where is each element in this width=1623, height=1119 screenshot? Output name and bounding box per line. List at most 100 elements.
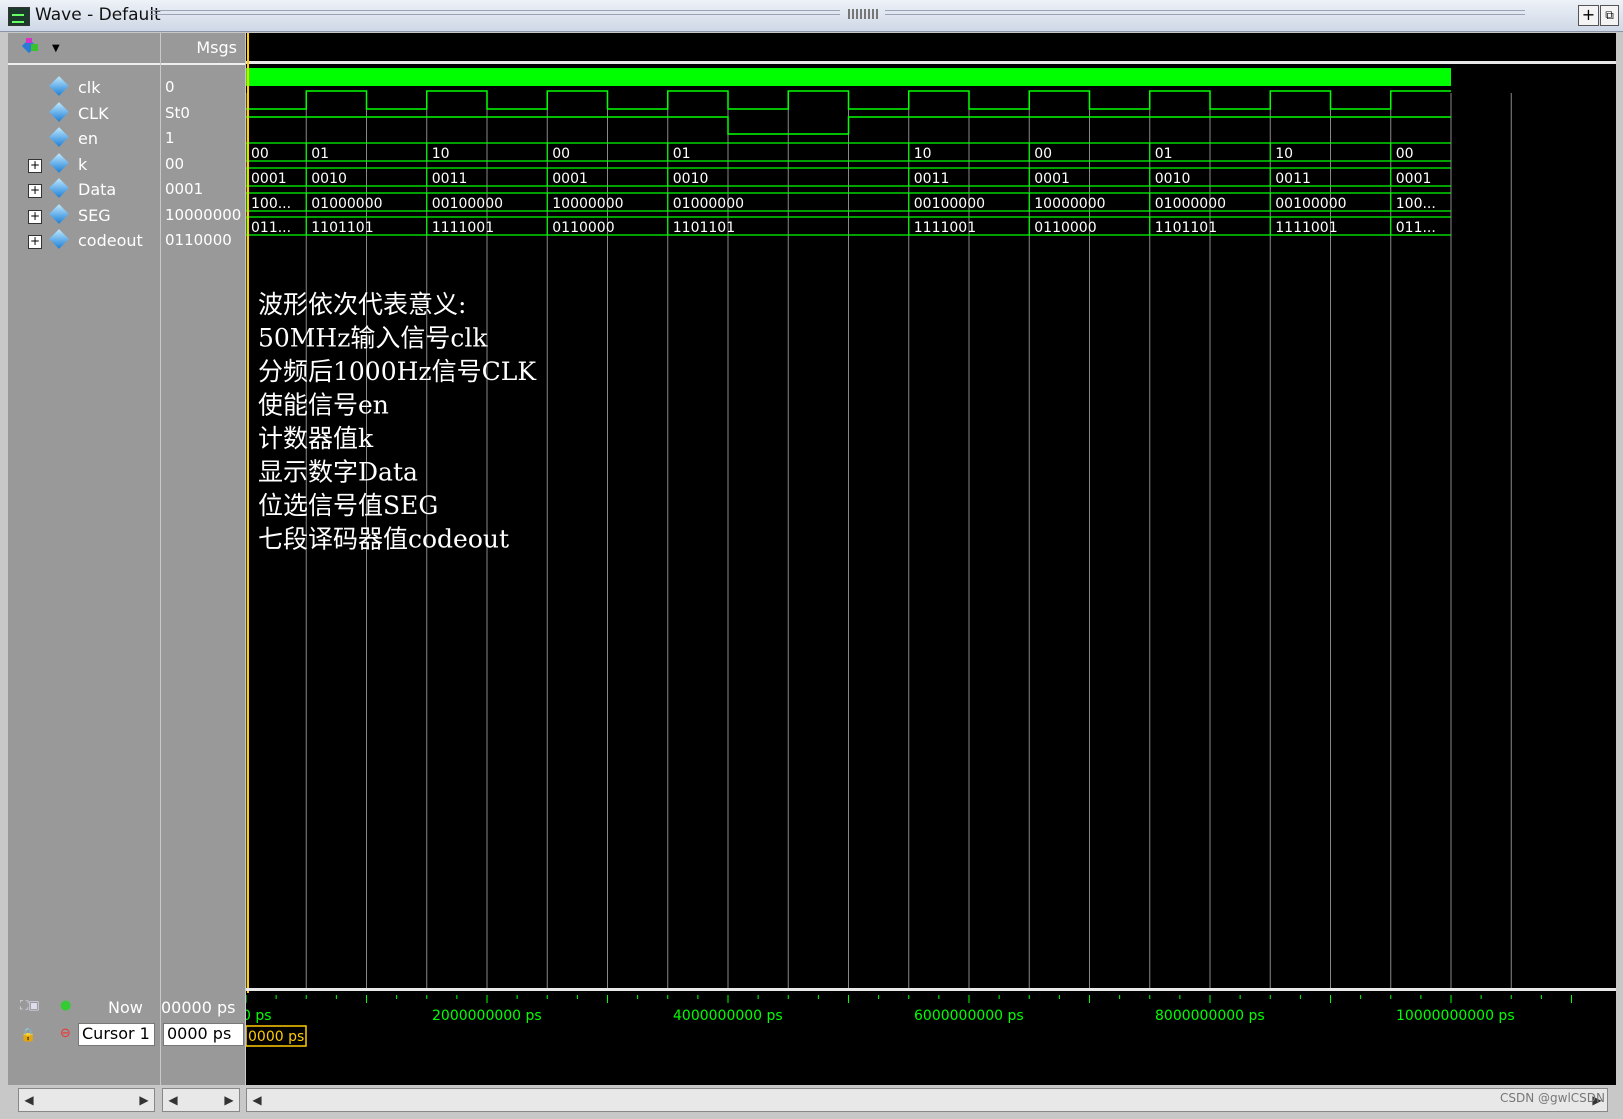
bus-value-codeout: 0110000 xyxy=(1034,220,1096,236)
signal-row-data[interactable]: + Data xyxy=(8,178,160,203)
bus-value-seg: 00100000 xyxy=(432,196,503,212)
bus-value-seg: 10000000 xyxy=(1034,196,1105,212)
bus-value-data: 0010 xyxy=(673,171,709,187)
waveform-pane[interactable]: 00 01 10 00 01 10 00 01 10 00 0001 0010 0011 0001 0010… xyxy=(246,33,1616,1085)
signal-diamond-icon xyxy=(49,229,69,249)
bus-value-data: 0010 xyxy=(1155,171,1191,187)
undock-icon[interactable]: ⧉ xyxy=(1600,5,1619,26)
cursor-name-field[interactable]: Cursor 1 xyxy=(78,1023,155,1046)
bus-value-codeout: 011... xyxy=(251,220,291,236)
signal-diamond-icon xyxy=(49,152,69,173)
insert-cursor-icon[interactable]: ● xyxy=(60,998,71,1013)
names-hscroll[interactable]: ◀ ▶ xyxy=(18,1088,155,1112)
bus-value-codeout: 1111001 xyxy=(1275,220,1337,236)
scroll-left-icon[interactable]: ◀ xyxy=(19,1089,39,1111)
expand-plus-icon[interactable]: + xyxy=(28,209,42,224)
bus-value-data: 0011 xyxy=(1275,171,1311,187)
timeline-label: 6000000000 ps xyxy=(914,1008,1024,1024)
clk-divided-wave xyxy=(246,90,1451,110)
signal-row-clk[interactable]: clk xyxy=(8,76,160,101)
timeline-divider xyxy=(246,988,1616,991)
bus-value-seg: 100... xyxy=(251,196,291,212)
bus-value-codeout: 1111001 xyxy=(914,220,976,236)
bus-value-seg: 01000000 xyxy=(673,196,744,212)
drag-handle-icon[interactable] xyxy=(848,9,878,19)
annotation-line: 七段译码器值codeout xyxy=(258,525,509,554)
signal-name: k xyxy=(78,154,88,174)
bus-value-k: 00 xyxy=(1396,146,1414,162)
signal-value: St0 xyxy=(165,103,190,122)
signal-value: 1 xyxy=(165,129,175,147)
bus-value-k: 00 xyxy=(552,146,570,162)
annotation-line: 显示数字Data xyxy=(258,458,418,487)
lock-cursor-icon[interactable]: 🔒 xyxy=(20,1028,36,1043)
bus-value-k: 10 xyxy=(1275,146,1293,162)
timeline-label: 4000000000 ps xyxy=(673,1008,783,1024)
bus-value-codeout: 1101101 xyxy=(673,220,735,236)
signal-row-clk[interactable]: CLK xyxy=(8,101,160,127)
timeline-label: 10000000000 ps xyxy=(1396,1008,1515,1024)
msgs-label: Msgs xyxy=(196,38,237,57)
signal-diamond-icon xyxy=(49,203,69,224)
signal-value: 10000000 xyxy=(165,205,242,224)
clk-wave xyxy=(246,68,1451,86)
title-grip-right xyxy=(885,10,1525,15)
delete-cursor-icon[interactable]: ⊖ xyxy=(60,1026,71,1041)
bus-value-data: 0001 xyxy=(552,171,588,187)
bus-value-codeout: 0110000 xyxy=(552,220,614,236)
wave-window: Wave - Default + ⧉ ▼ clk CLK en + k + Data + SEG… xyxy=(0,0,1623,1119)
bus-value-seg: 01000000 xyxy=(311,196,382,212)
expand-plus-icon[interactable]: + xyxy=(28,235,42,249)
expand-plus-icon[interactable]: + xyxy=(28,184,42,198)
wave-header-divider xyxy=(246,61,1616,64)
signal-value: 0001 xyxy=(165,180,204,198)
scroll-left-icon[interactable]: ◀ xyxy=(163,1089,183,1111)
bus-value-data: 0001 xyxy=(1034,171,1070,187)
bus-value-k: 01 xyxy=(1155,146,1173,162)
scroll-left-icon[interactable]: ◀ xyxy=(247,1089,267,1111)
signal-name: clk xyxy=(78,78,101,97)
bus-value-codeout: 1101101 xyxy=(1155,220,1217,236)
expand-plus-icon[interactable]: + xyxy=(28,158,42,173)
signal-value: 0 xyxy=(165,78,175,96)
signal-name: SEG xyxy=(78,205,111,225)
signal-row-codeout[interactable]: + codeout xyxy=(8,229,160,254)
scroll-right-icon[interactable]: ▶ xyxy=(134,1089,154,1111)
now-value: 00000 ps xyxy=(161,998,236,1017)
bus-value-k: 10 xyxy=(432,146,450,162)
signal-value: 0110000 xyxy=(165,231,232,249)
signal-row-k[interactable]: + k xyxy=(8,152,160,178)
add-cursor-icon[interactable]: ⛶▣ xyxy=(20,998,40,1013)
bus-value-data: 0011 xyxy=(432,171,468,187)
values-hscroll[interactable]: ◀ ▶ xyxy=(162,1088,240,1112)
signal-row-seg[interactable]: + SEG xyxy=(8,203,160,229)
waveform-canvas[interactable]: 00 01 10 00 01 10 00 01 10 000001 0010 0011 0001 0010… xyxy=(246,33,1616,1085)
names-header: ▼ xyxy=(8,33,160,65)
timeline-label: 8000000000 ps xyxy=(1155,1008,1265,1024)
dropdown-arrow-icon[interactable]: ▼ xyxy=(52,43,60,54)
signal-name: codeout xyxy=(78,231,143,250)
wave-hscroll[interactable]: ◀ ▶ xyxy=(246,1088,1608,1112)
wave-window-icon xyxy=(8,7,30,26)
signal-diamond-icon xyxy=(49,178,69,198)
wave-tools-icon[interactable] xyxy=(22,37,44,57)
bus-value-seg: 01000000 xyxy=(1155,196,1226,212)
timeline-label: 0 ps xyxy=(246,1008,272,1024)
annotation-line: 波形依次代表意义: xyxy=(258,290,466,319)
signal-row-en[interactable]: en xyxy=(8,127,160,152)
cursor-tag-label: 0000 ps xyxy=(248,1029,304,1045)
title-bar: Wave - Default + ⧉ xyxy=(0,0,1623,32)
dock-plus-icon[interactable]: + xyxy=(1578,5,1599,26)
cursor-value-field: 0000 ps xyxy=(163,1023,244,1046)
annotation-line: 分频后1000Hz信号CLK xyxy=(258,357,537,386)
signal-names-pane: ▼ clk CLK en + k + Data + SEG + codeout xyxy=(8,33,160,1085)
signal-diamond-icon xyxy=(49,76,69,96)
bus-value-k: 00 xyxy=(1034,146,1052,162)
watermark: CSDN @gwlCSDN xyxy=(1499,1091,1605,1105)
bus-value-seg: 00100000 xyxy=(1275,196,1346,212)
window-title: Wave - Default xyxy=(35,5,161,25)
signal-diamond-icon xyxy=(49,101,69,122)
scroll-right-icon[interactable]: ▶ xyxy=(219,1089,239,1111)
bus-value-k: 10 xyxy=(914,146,932,162)
bus-value-seg: 10000000 xyxy=(552,196,623,212)
